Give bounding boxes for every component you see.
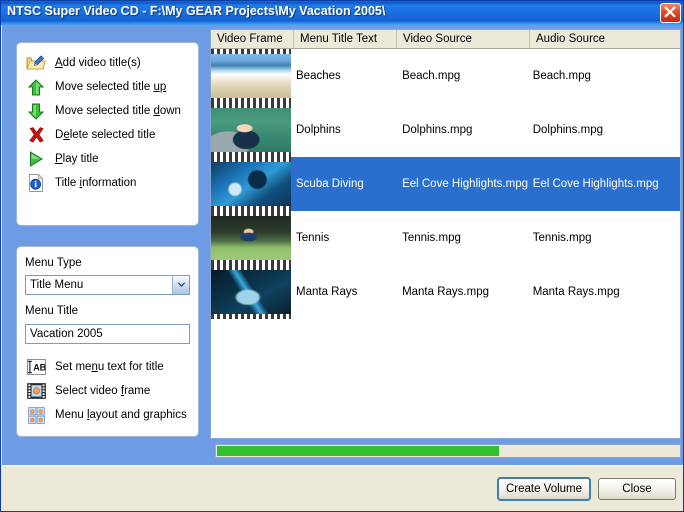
progress-bar bbox=[215, 444, 681, 458]
title-bar: NTSC Super Video CD - F:\My GEAR Project… bbox=[1, 1, 684, 25]
action-set-menu-text[interactable]: AB Set menu text for title bbox=[17, 355, 209, 379]
action-add-video-titles[interactable]: Add video title(s) bbox=[17, 51, 198, 75]
close-window-button[interactable] bbox=[660, 3, 681, 23]
info-icon bbox=[26, 173, 46, 193]
cell-menu-title-text: Scuba Diving bbox=[291, 178, 402, 190]
play-icon bbox=[26, 149, 46, 169]
svg-text:AB: AB bbox=[33, 363, 46, 373]
action-menu-layout-graphics[interactable]: Menu layout and graphics bbox=[17, 403, 209, 427]
chevron-down-icon bbox=[172, 276, 189, 294]
progress-bar-fill bbox=[217, 446, 499, 456]
column-header-video-source[interactable]: Video Source bbox=[397, 30, 530, 48]
scuba-thumbnail bbox=[211, 157, 291, 211]
menu-title-value: Vacation 2005 bbox=[26, 328, 103, 340]
action-label: Set menu text for title bbox=[55, 361, 164, 373]
action-label: Title information bbox=[55, 177, 136, 189]
dolphins-thumbnail bbox=[211, 103, 291, 157]
column-header-audio-source[interactable]: Audio Source bbox=[530, 30, 680, 48]
action-label: Play title bbox=[55, 153, 98, 165]
menu-type-label: Menu Type bbox=[25, 257, 82, 269]
action-delete-title[interactable]: Delete selected title bbox=[17, 123, 198, 147]
tennis-thumbnail bbox=[211, 211, 291, 265]
column-header-menu-title-text[interactable]: Menu Title Text bbox=[294, 30, 397, 48]
window-title: NTSC Super Video CD - F:\My GEAR Project… bbox=[7, 4, 385, 18]
column-header-video-frame[interactable]: Video Frame bbox=[211, 30, 294, 48]
menu-settings-panel: Menu Type Title Menu Menu Title Vacation… bbox=[16, 246, 199, 437]
red-x-icon bbox=[26, 125, 46, 145]
action-label: Delete selected title bbox=[55, 129, 155, 141]
cell-video-source: Dolphins.mpg bbox=[402, 124, 533, 136]
action-label: Move selected title up bbox=[55, 81, 166, 93]
table-row[interactable]: Manta Rays Manta Rays.mpg Manta Rays.mpg bbox=[211, 265, 680, 319]
table-row[interactable]: Dolphins Dolphins.mpg Dolphins.mpg bbox=[211, 103, 680, 157]
cell-audio-source: Beach.mpg bbox=[533, 70, 680, 82]
menu-title-label: Menu Title bbox=[25, 305, 78, 317]
arrow-up-icon bbox=[26, 77, 46, 97]
menu-type-value: Title Menu bbox=[26, 279, 172, 291]
action-select-video-frame[interactable]: Select video frame bbox=[17, 379, 209, 403]
action-label: Select video frame bbox=[55, 385, 150, 397]
folder-add-icon bbox=[26, 53, 46, 73]
create-volume-button[interactable]: Create Volume bbox=[498, 478, 590, 500]
action-label: Add video title(s) bbox=[55, 57, 141, 69]
set-text-icon: AB bbox=[26, 357, 46, 377]
action-play-title[interactable]: Play title bbox=[17, 147, 198, 171]
table-row[interactable]: Tennis Tennis.mpg Tennis.mpg bbox=[211, 211, 680, 265]
action-title-information[interactable]: Title information bbox=[17, 171, 198, 195]
table-row[interactable]: Beaches Beach.mpg Beach.mpg bbox=[211, 49, 680, 103]
manta-rays-thumbnail bbox=[211, 265, 291, 319]
beach-thumbnail bbox=[211, 49, 291, 103]
table-row[interactable]: Scuba Diving Eel Cove Highlights.mpg Eel… bbox=[211, 157, 680, 211]
titles-list: Video Frame Menu Title Text Video Source… bbox=[210, 29, 681, 439]
menu-title-input[interactable]: Vacation 2005 bbox=[25, 324, 190, 344]
dialog-footer: Create Volume Close bbox=[2, 465, 684, 512]
cell-menu-title-text: Beaches bbox=[291, 70, 402, 82]
arrow-down-icon bbox=[26, 101, 46, 121]
cell-video-source: Eel Cove Highlights.mpg bbox=[402, 178, 533, 190]
application-window: NTSC Super Video CD - F:\My GEAR Project… bbox=[0, 0, 684, 512]
video-frame-icon bbox=[26, 381, 46, 401]
cell-video-source: Tennis.mpg bbox=[402, 232, 533, 244]
layout-icon bbox=[26, 405, 46, 425]
cell-video-source: Beach.mpg bbox=[402, 70, 533, 82]
cell-audio-source: Eel Cove Highlights.mpg bbox=[533, 178, 680, 190]
action-label: Move selected title down bbox=[55, 105, 181, 117]
cell-video-source: Manta Rays.mpg bbox=[402, 286, 533, 298]
list-rows: Beaches Beach.mpg Beach.mpg Dolphins Dol… bbox=[211, 49, 680, 319]
action-move-title-up[interactable]: Move selected title up bbox=[17, 75, 198, 99]
cell-audio-source: Tennis.mpg bbox=[533, 232, 680, 244]
actions-panel: Add video title(s) Move selected title u… bbox=[16, 42, 199, 226]
cell-audio-source: Dolphins.mpg bbox=[533, 124, 680, 136]
close-icon bbox=[661, 4, 680, 22]
cell-menu-title-text: Manta Rays bbox=[291, 286, 402, 298]
cell-menu-title-text: Tennis bbox=[291, 232, 402, 244]
cell-menu-title-text: Dolphins bbox=[291, 124, 402, 136]
menu-type-select[interactable]: Title Menu bbox=[25, 275, 190, 295]
action-move-title-down[interactable]: Move selected title down bbox=[17, 99, 198, 123]
action-label: Menu layout and graphics bbox=[55, 409, 187, 421]
close-button[interactable]: Close bbox=[598, 478, 676, 500]
cell-audio-source: Manta Rays.mpg bbox=[533, 286, 680, 298]
list-header-row: Video Frame Menu Title Text Video Source… bbox=[211, 30, 680, 49]
